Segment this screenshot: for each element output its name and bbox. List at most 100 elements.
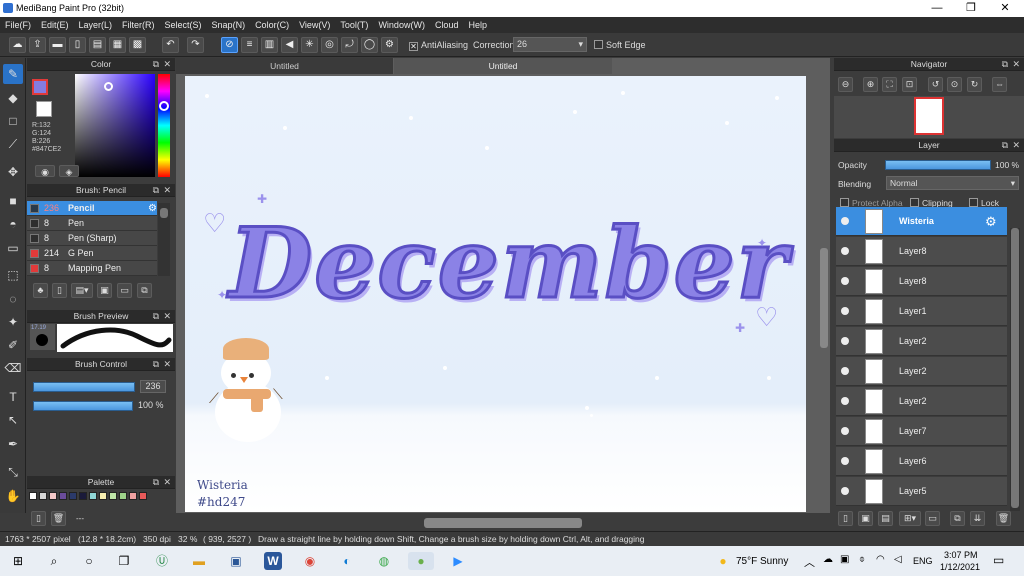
- brush-import-icon[interactable]: ▣: [97, 283, 112, 298]
- select-tool-icon[interactable]: ⬚: [3, 265, 23, 285]
- palette-swatch[interactable]: [49, 492, 57, 500]
- menu-file[interactable]: File(F): [0, 17, 36, 33]
- visibility-icon[interactable]: [841, 307, 849, 315]
- dot-tool-icon[interactable]: ⟋: [3, 134, 23, 154]
- undock-icon[interactable]: ⧉: [153, 476, 159, 489]
- fit-icon[interactable]: ⛶: [882, 77, 897, 92]
- zoom-app-icon[interactable]: ▶: [449, 552, 467, 570]
- palette-swatch[interactable]: [139, 492, 147, 500]
- hand-tool-icon[interactable]: ✋: [3, 486, 23, 506]
- gradient-tool-icon[interactable]: ▭: [3, 238, 23, 258]
- new-folder-layer-icon[interactable]: ▤: [878, 511, 893, 526]
- navigator-thumbnail[interactable]: [914, 97, 944, 135]
- operation-tool-icon[interactable]: ↖: [3, 410, 23, 430]
- fill-rect-tool-icon[interactable]: ■: [3, 191, 23, 211]
- visibility-icon[interactable]: [841, 337, 849, 345]
- tiles-icon[interactable]: ▩: [129, 37, 146, 53]
- vanishing-snap-icon[interactable]: ◀: [281, 37, 298, 53]
- palette-swatch[interactable]: [119, 492, 127, 500]
- brush-list-scrollbar[interactable]: [158, 203, 170, 276]
- palette-swatch[interactable]: [99, 492, 107, 500]
- network-tray-icon[interactable]: ☁: [823, 554, 833, 565]
- visibility-icon[interactable]: [841, 397, 849, 405]
- menu-window[interactable]: Window(W): [373, 17, 430, 33]
- upload-icon[interactable]: ⇪: [29, 37, 46, 53]
- close-icon[interactable]: ✕: [1012, 139, 1020, 152]
- visibility-icon[interactable]: [841, 457, 849, 465]
- brush-opacity-slider[interactable]: [33, 401, 133, 411]
- layer-row[interactable]: Layer2: [836, 327, 1007, 356]
- move-tool-icon[interactable]: ✥: [3, 162, 23, 182]
- zoom-out-icon[interactable]: ⊖: [838, 77, 853, 92]
- text-tool-icon[interactable]: T: [3, 387, 23, 407]
- rotate-right-icon[interactable]: ↻: [967, 77, 982, 92]
- word-icon[interactable]: W: [264, 552, 282, 570]
- layer-settings-gear-icon[interactable]: ⚙: [985, 214, 997, 230]
- layer-row[interactable]: Layer1: [836, 297, 1007, 326]
- ellipse-snap-icon[interactable]: ◯: [361, 37, 378, 53]
- brush-tool-icon[interactable]: ✎: [3, 64, 23, 84]
- menu-view[interactable]: View(V): [294, 17, 335, 33]
- brush-menu-icon[interactable]: ▤▾: [71, 283, 93, 298]
- secondary-color-swatch[interactable]: [36, 101, 52, 117]
- close-button[interactable]: ✕: [988, 0, 1022, 17]
- saturation-value-picker[interactable]: [75, 74, 155, 177]
- mic-icon[interactable]: ⌽: [859, 554, 865, 565]
- brush-size-slider[interactable]: [33, 382, 135, 392]
- folder-icon[interactable]: ▭: [925, 511, 940, 526]
- palette-swatch[interactable]: [69, 492, 77, 500]
- undo-icon[interactable]: ↶: [162, 37, 179, 53]
- lasso-tool-icon[interactable]: ◌: [3, 289, 23, 309]
- hue-slider[interactable]: [158, 74, 170, 177]
- rotate-left-icon[interactable]: ↺: [928, 77, 943, 92]
- redo-icon[interactable]: ↷: [187, 37, 204, 53]
- layer-menu-icon[interactable]: ⊞▾: [899, 511, 921, 526]
- layer-list-scrollbar[interactable]: [1010, 228, 1020, 511]
- page-icon[interactable]: ▯: [69, 37, 86, 53]
- antialiasing-checkbox[interactable]: ✕: [409, 42, 418, 51]
- vertical-scrollbar[interactable]: [820, 248, 828, 348]
- visibility-icon[interactable]: [841, 367, 849, 375]
- undock-icon[interactable]: ⧉: [153, 310, 159, 323]
- clock-time[interactable]: 3:07 PM: [944, 550, 978, 560]
- photos-tray-icon[interactable]: ▣: [840, 554, 849, 565]
- bucket-tool-icon[interactable]: ◓: [3, 214, 23, 234]
- picker-handle[interactable]: [104, 82, 113, 91]
- lock-checkbox[interactable]: [969, 198, 978, 207]
- antialiasing-toggle[interactable]: ✕ AntiAliasing: [409, 40, 468, 51]
- palette-swatch[interactable]: [109, 492, 117, 500]
- layer-row[interactable]: Layer6: [836, 447, 1007, 476]
- grid-view-icon[interactable]: ▦: [109, 37, 126, 53]
- cloud-icon[interactable]: ☁: [9, 37, 26, 53]
- layer-row[interactable]: Layer8: [836, 267, 1007, 296]
- trash-icon[interactable]: 🗑: [51, 511, 66, 526]
- palette-swatch[interactable]: [89, 492, 97, 500]
- file-explorer-icon[interactable]: ▬: [190, 552, 208, 570]
- menu-cloud[interactable]: Cloud: [430, 17, 464, 33]
- menu-snap[interactable]: Snap(N): [207, 17, 251, 33]
- volume-icon[interactable]: ◁: [894, 554, 902, 565]
- add-brush-icon[interactable]: ♣: [33, 283, 48, 298]
- brush-item[interactable]: 236 Pencil: [27, 201, 157, 216]
- divide-tool-icon[interactable]: ✒: [3, 434, 23, 454]
- new-brush-icon[interactable]: ▯: [52, 283, 67, 298]
- protect-alpha-checkbox[interactable]: [840, 198, 849, 207]
- chat-icon[interactable]: ▬: [49, 37, 66, 53]
- medibang-taskbar-icon[interactable]: ●: [408, 552, 434, 570]
- blending-select[interactable]: Normal ▾: [886, 176, 1019, 190]
- color-history-icon[interactable]: ◈: [59, 165, 79, 177]
- layer-row[interactable]: Layer8: [836, 237, 1007, 266]
- cross-snap-icon[interactable]: ▥: [261, 37, 278, 53]
- close-icon[interactable]: ✕: [163, 58, 171, 71]
- edge-icon[interactable]: ◐: [338, 552, 356, 570]
- menu-select[interactable]: Select(S): [160, 17, 207, 33]
- menu-edit[interactable]: Edit(E): [36, 17, 74, 33]
- tab-untitled-2[interactable]: Untitled: [394, 58, 612, 74]
- menu-help[interactable]: Help: [463, 17, 492, 33]
- merge-layer-icon[interactable]: ⇊: [970, 511, 985, 526]
- document-icon[interactable]: ▤: [89, 37, 106, 53]
- drawing-canvas[interactable]: December ♡ ✚ ♡ ✚ ✦ ✦ ⟋ ⟍ Wisteria #hd247: [185, 76, 806, 512]
- horizontal-scrollbar[interactable]: [424, 518, 582, 528]
- actual-size-icon[interactable]: ⊡: [902, 77, 917, 92]
- correction-select[interactable]: 26 ▾: [513, 37, 587, 52]
